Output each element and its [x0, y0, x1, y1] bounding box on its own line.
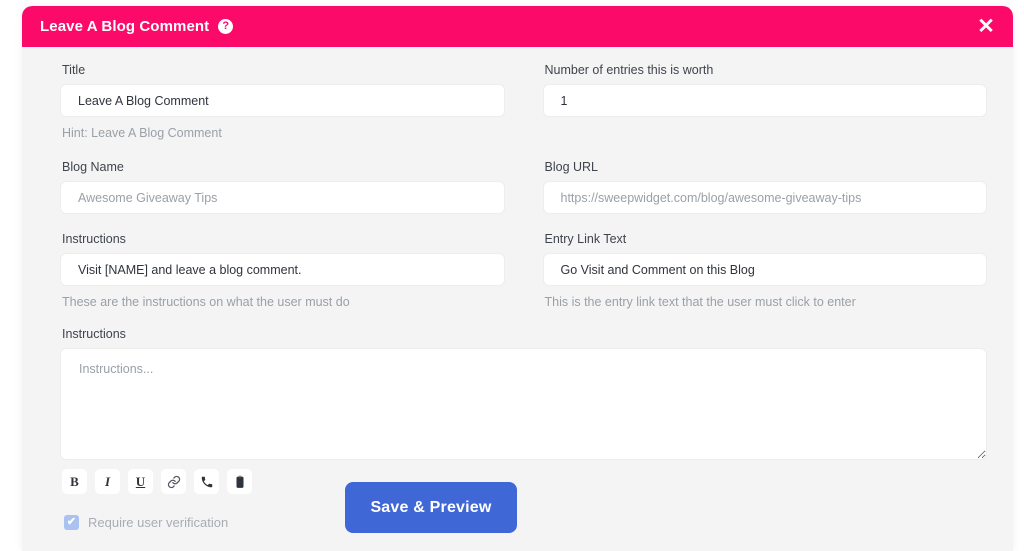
editor-toolbar: B I U	[60, 469, 987, 494]
instructions-short-input[interactable]	[60, 253, 505, 286]
underline-glyph: U	[135, 474, 146, 489]
modal-header: Leave A Blog Comment ? ✕	[22, 6, 1013, 47]
blog-url-field-group: Blog URL	[542, 160, 987, 214]
italic-glyph: I	[104, 474, 111, 489]
entries-worth-field-group: Number of entries this is worth	[542, 63, 987, 140]
modal-footer: ✔ Require user verification Save & Previ…	[60, 482, 987, 551]
blog-name-field-group: Blog Name	[60, 160, 505, 214]
instructions-short-label: Instructions	[62, 232, 126, 246]
close-icon[interactable]: ✕	[973, 14, 999, 40]
entries-worth-label: Number of entries this is worth	[544, 63, 714, 77]
title-label: Title	[62, 63, 86, 77]
entry-link-text-hint: This is the entry link text that the use…	[544, 295, 856, 309]
instructions-short-field-group: Instructions These are the instructions …	[60, 232, 505, 309]
form-row-2: Blog Name Blog URL	[60, 160, 987, 216]
save-preview-button[interactable]: Save & Preview	[345, 482, 517, 533]
modal-title: Leave A Blog Comment	[40, 18, 210, 35]
modal-body: Title Hint: Leave A Blog Comment Number …	[22, 47, 1013, 551]
require-user-verification-checkbox[interactable]: ✔	[64, 515, 79, 530]
require-user-verification-label[interactable]: Require user verification	[88, 515, 228, 530]
entry-link-text-field-group: Entry Link Text This is the entry link t…	[542, 232, 987, 309]
title-input[interactable]	[60, 84, 505, 117]
instructions-long-field-group: Instructions	[60, 327, 987, 460]
title-field-group: Title Hint: Leave A Blog Comment	[60, 63, 505, 140]
entry-link-text-label: Entry Link Text	[544, 232, 627, 246]
bold-glyph: B	[70, 474, 79, 489]
instructions-long-label: Instructions	[62, 327, 126, 341]
entry-link-text-input[interactable]	[542, 253, 987, 286]
blog-url-label: Blog URL	[544, 160, 599, 174]
question-mark-circle-icon[interactable]: ?	[218, 19, 234, 34]
form-row-3: Instructions These are the instructions …	[60, 232, 987, 311]
link-icon[interactable]	[161, 469, 186, 494]
clipboard-icon[interactable]	[227, 469, 252, 494]
leave-a-blog-comment-modal: Leave A Blog Comment ? ✕ Title Hint: Lea…	[22, 6, 1013, 551]
title-hint: Hint: Leave A Blog Comment	[62, 126, 222, 140]
underline-icon[interactable]: U	[128, 469, 153, 494]
instructions-short-hint: These are the instructions on what the u…	[62, 295, 350, 309]
form-row-1: Title Hint: Leave A Blog Comment Number …	[60, 63, 987, 142]
instructions-textarea[interactable]	[60, 348, 987, 460]
blog-name-label: Blog Name	[62, 160, 124, 174]
blog-url-input[interactable]	[542, 181, 987, 214]
checkmark-icon: ✔	[66, 516, 77, 528]
italic-icon[interactable]: I	[95, 469, 120, 494]
require-user-verification-row[interactable]: ✔ Require user verification	[60, 506, 987, 530]
phone-icon[interactable]	[194, 469, 219, 494]
bold-icon[interactable]: B	[62, 469, 87, 494]
entries-worth-input[interactable]	[542, 84, 987, 117]
blog-name-input[interactable]	[60, 181, 505, 214]
